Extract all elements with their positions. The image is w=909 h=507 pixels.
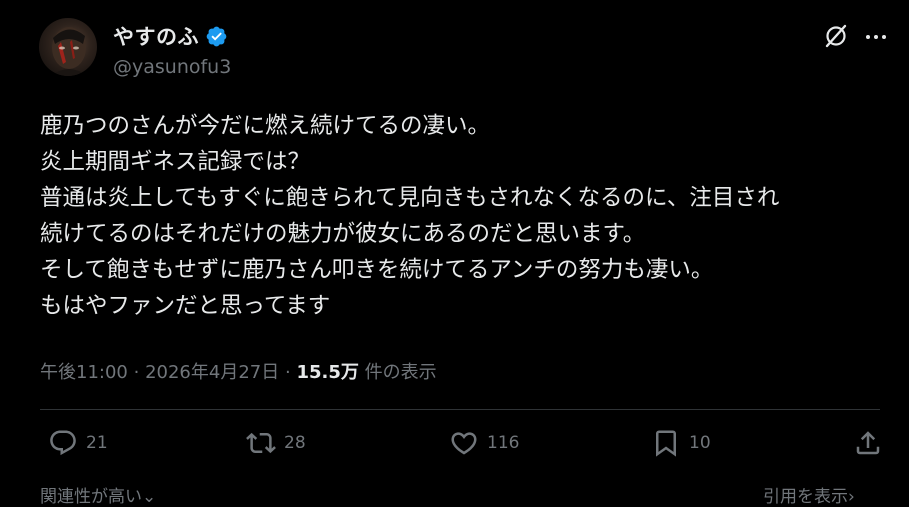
author-handle[interactable]: @yasunofu3 (113, 56, 231, 78)
share-button[interactable] (853, 428, 883, 458)
chevron-right-icon: › (848, 487, 855, 507)
tweet-body-line: もはやファンだと思ってます (40, 293, 331, 319)
tweet-body-line: そして飽きもせずに鹿乃さん叩きを続けてるアンチの努力も凄い。 (40, 257, 714, 283)
like-button[interactable]: 116 (449, 428, 519, 458)
retweet-icon (246, 428, 276, 458)
retweet-button[interactable]: 28 (246, 428, 306, 458)
bookmark-icon (651, 428, 681, 458)
tweet-body-line: 続けてるのはそれだけの魅力が彼女にあるのだと思います。 (40, 221, 646, 247)
retweet-count: 28 (284, 433, 306, 453)
author-display-name[interactable]: やすのふ (113, 21, 199, 51)
share-icon (853, 428, 883, 458)
tweet-body: 鹿乃つのさんが今だに燃え続けてるの凄い。 炎上期間ギネス記録では？ 普通は炎上し… (40, 108, 900, 324)
bookmark-button[interactable]: 10 (651, 428, 711, 458)
meta-separator: · (133, 362, 140, 383)
views-label: 件の表示 (364, 362, 437, 383)
more-horizontal-icon[interactable] (863, 24, 889, 50)
tweet-time[interactable]: 午後11:00 (40, 362, 128, 383)
bookmark-count: 10 (689, 433, 711, 453)
sort-label: 関連性が高い (40, 487, 142, 507)
reply-icon (48, 428, 78, 458)
tweet-body-line: 炎上期間ギネス記録では？ (40, 149, 311, 175)
chevron-down-icon: ⌄ (142, 487, 157, 507)
tweet-date[interactable]: 2026年4月27日 (145, 362, 279, 383)
view-quotes-label: 引用を表示 (763, 487, 848, 507)
tweet-body-line: 鹿乃つのさんが今だに燃え続けてるの凄い。 (40, 113, 491, 139)
grok-icon[interactable] (823, 23, 849, 49)
reply-count: 21 (86, 433, 108, 453)
avatar[interactable] (39, 18, 97, 76)
tweet-meta: 午後11:00 · 2026年4月27日 · 15.5万 件の表示 (40, 358, 437, 384)
tweet: やすのふ @yasunofu3 鹿乃つのさんが今だに燃え続けてるの凄い。 炎上期… (0, 0, 909, 507)
heart-icon (449, 428, 479, 458)
verified-badge-icon[interactable] (205, 25, 228, 48)
meta-separator: · (284, 362, 291, 383)
reply-button[interactable]: 21 (48, 428, 108, 458)
tweet-body-line: 普通は炎上してもすぐに飽きられて見向きもされなくなるのに、注目され (40, 185, 780, 211)
avatar-image (51, 27, 87, 76)
action-bar: 21 28 116 10 (0, 428, 909, 468)
divider (40, 409, 880, 410)
view-quotes-link[interactable]: 引用を表示› (763, 482, 855, 507)
sort-dropdown[interactable]: 関連性が高い⌄ (40, 482, 156, 507)
author-name-row: やすのふ (113, 21, 228, 51)
like-count: 116 (487, 433, 520, 453)
views-count[interactable]: 15.5万 (296, 362, 358, 383)
